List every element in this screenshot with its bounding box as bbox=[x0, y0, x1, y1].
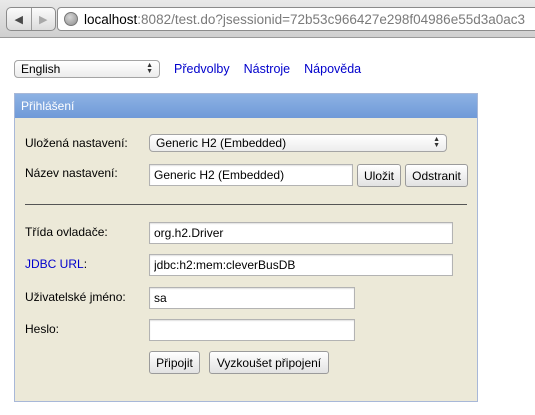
help-link[interactable]: Nápověda bbox=[304, 62, 361, 76]
driver-class-input[interactable] bbox=[149, 222, 453, 244]
preferences-link[interactable]: Předvolby bbox=[174, 62, 230, 76]
saved-settings-label: Uložená nastavení: bbox=[25, 136, 128, 150]
password-input[interactable] bbox=[149, 319, 355, 341]
app-toolbar: English ▲ ▼ Předvolby Nástroje Nápověda bbox=[14, 59, 361, 79]
jdbc-url-input[interactable] bbox=[149, 254, 453, 276]
saved-settings-value: Generic H2 (Embedded) bbox=[156, 136, 287, 150]
password-label: Heslo: bbox=[25, 322, 60, 336]
divider bbox=[25, 204, 467, 205]
jdbc-url-label-wrap: JDBC URL: bbox=[25, 257, 87, 271]
username-input[interactable] bbox=[149, 287, 355, 309]
select-arrows-icon: ▲ ▼ bbox=[433, 136, 440, 149]
address-bar[interactable]: localhost:8082/test.do?jsessionid=72b53c… bbox=[57, 7, 535, 31]
test-connection-button[interactable]: Vyzkoušet připojení bbox=[209, 351, 329, 374]
username-label: Uživatelské jméno: bbox=[25, 290, 126, 304]
connect-button[interactable]: Připojit bbox=[149, 351, 200, 374]
back-icon[interactable]: ◀ bbox=[7, 8, 31, 30]
language-select-value: English bbox=[21, 62, 61, 76]
save-button[interactable]: Uložit bbox=[357, 164, 401, 187]
setting-name-label: Název nastavení: bbox=[25, 166, 118, 180]
forward-icon[interactable]: ▶ bbox=[30, 8, 56, 30]
driver-class-label: Třída ovladače: bbox=[25, 225, 108, 239]
language-select[interactable]: English ▲ ▼ bbox=[14, 60, 160, 78]
jdbc-url-link[interactable]: JDBC URL bbox=[25, 257, 84, 271]
browser-toolbar: ◀ ▶ localhost:8082/test.do?jsessionid=72… bbox=[0, 0, 535, 38]
login-panel-header: Přihlášení bbox=[15, 94, 477, 118]
remove-button[interactable]: Odstranit bbox=[405, 164, 468, 187]
setting-name-input[interactable] bbox=[149, 164, 353, 186]
tools-link[interactable]: Nástroje bbox=[244, 62, 291, 76]
login-panel: Přihlášení Uložená nastavení: Generic H2… bbox=[14, 93, 478, 402]
saved-settings-select[interactable]: Generic H2 (Embedded) ▲ ▼ bbox=[149, 134, 447, 152]
url-host: localhost bbox=[84, 11, 138, 27]
url-path: :8082/test.do?jsessionid=72b53c966427e29… bbox=[137, 11, 526, 27]
globe-icon bbox=[64, 12, 78, 26]
jdbc-url-colon: : bbox=[83, 257, 88, 271]
nav-buttons: ◀ ▶ bbox=[6, 7, 56, 31]
select-arrows-icon: ▲ ▼ bbox=[146, 62, 153, 75]
